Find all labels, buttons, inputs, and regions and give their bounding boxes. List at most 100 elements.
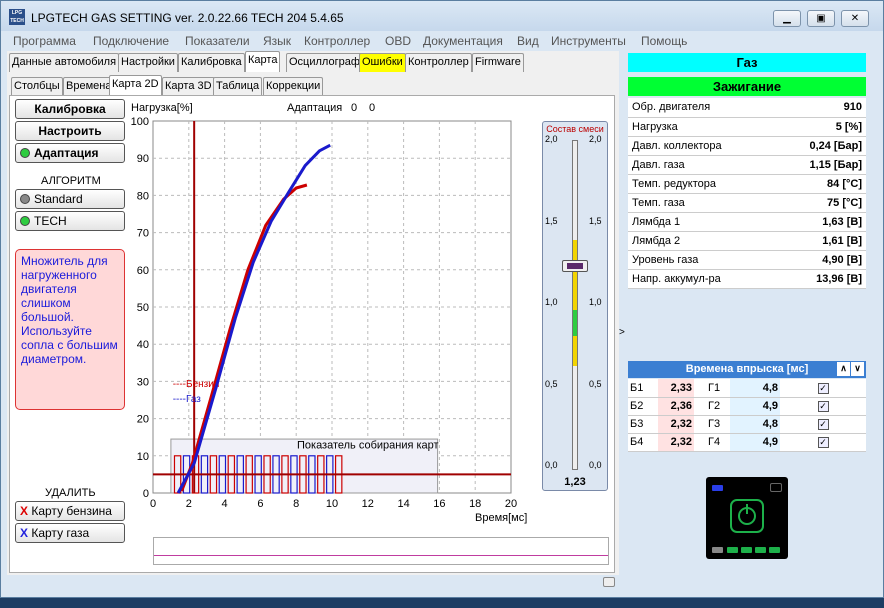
mixture-tick-label: 1,0 (545, 297, 558, 307)
mixture-tick-label: 0,0 (545, 460, 558, 470)
minimize-button[interactable]: ▁ (773, 10, 801, 27)
gas-cyl-label: Г3 (694, 415, 730, 434)
cylinder-checkbox[interactable]: ✓ (817, 401, 829, 412)
tab-map-3d[interactable]: Карта 3D (162, 77, 215, 96)
tune-button[interactable]: Настроить (15, 121, 125, 141)
tab-times[interactable]: Времена (63, 77, 115, 96)
tab-firmware[interactable]: Firmware (472, 53, 524, 72)
power-button[interactable] (730, 499, 764, 533)
param-label: Давл. газа (628, 155, 775, 175)
param-label: Давл. коллектора (628, 136, 775, 156)
map-2d-chart[interactable]: 0 2 4 6 8 10 12 14 16 18 20 0 10 20 30 40 50 60 70 80 90 100 П… (127, 113, 527, 531)
gas-time: 4,9 (730, 397, 780, 416)
petrol-time: 2,32 (658, 433, 694, 452)
menu-docs[interactable]: Документация (423, 34, 503, 48)
menu-help[interactable]: Помощь (641, 34, 687, 48)
caret-down-icon[interactable]: ∨ (851, 362, 864, 376)
x-tick-label: 14 (397, 498, 409, 510)
menu-language[interactable]: Язык (263, 34, 291, 48)
algo-standard-label: Standard (34, 192, 83, 206)
caret-up-icon[interactable]: ∧ (837, 362, 850, 376)
delete-x-icon: X (20, 526, 29, 540)
tab-oscilloscope[interactable]: Осциллограф (286, 53, 363, 72)
param-label: Темп. редуктора (628, 174, 775, 194)
cylinder-checkbox[interactable]: ✓ (817, 419, 829, 430)
adaptation-button[interactable]: Адаптация (15, 143, 125, 163)
menu-indicators[interactable]: Показатели (185, 34, 250, 48)
mixture-tick-label: 1,5 (589, 215, 602, 226)
param-row: Темп. редуктора 84 [°C] (628, 174, 866, 194)
taskbar (0, 598, 884, 608)
algo-standard-button[interactable]: Standard (15, 189, 125, 209)
petrol-cyl-label: Б3 (628, 415, 658, 434)
algo-tech-label: TECH (34, 214, 67, 228)
status-grip-icon[interactable] (603, 577, 615, 587)
param-row: Напр. аккумул-ра 13,96 [В] (628, 269, 866, 289)
chevron-right-icon[interactable]: > (619, 327, 625, 338)
param-label: Обр. двигателя (628, 98, 775, 118)
petrol-time: 2,32 (658, 415, 694, 434)
tab-settings[interactable]: Настройки (118, 53, 178, 72)
menu-bar: Программа Подключение Показатели Язык Ко… (1, 31, 883, 51)
x-tick-label: 2 (186, 498, 192, 510)
menu-controller[interactable]: Контроллер (304, 34, 370, 48)
menu-connection[interactable]: Подключение (93, 34, 169, 48)
tab-columns[interactable]: Столбцы (11, 77, 63, 96)
delete-petrol-map-button[interactable]: X Карту бензина (15, 501, 125, 521)
x-tick-label: 6 (257, 498, 263, 510)
menu-view[interactable]: Вид (517, 34, 539, 48)
delete-gas-label: Карту газа (31, 526, 90, 540)
y-tick-label: 20 (137, 414, 149, 426)
param-value: 1,61 [В] (774, 231, 866, 251)
tab-errors[interactable]: Ошибки (359, 53, 406, 72)
gas-time: 4,8 (730, 379, 780, 398)
menu-program[interactable]: Программа (13, 34, 76, 48)
cylinder-checkbox[interactable]: ✓ (817, 382, 829, 394)
y-tick-label: 30 (137, 376, 149, 388)
y-tick-label: 100 (131, 116, 149, 128)
cylinder-checkbox[interactable]: ✓ (817, 437, 829, 448)
param-row: Лямбда 2 1,61 [В] (628, 231, 866, 251)
restore-button[interactable]: ▣ (807, 10, 835, 27)
x-tick-label: 10 (326, 498, 338, 510)
led-green-icon (727, 547, 738, 553)
calibration-button[interactable]: Калибровка (15, 99, 125, 119)
signal-strip (153, 537, 609, 565)
petrol-cyl-label: Б2 (628, 397, 658, 416)
tab-map[interactable]: Карта (245, 51, 281, 72)
delete-gas-map-button[interactable]: X Карту газа (15, 523, 125, 543)
x-tick-label: 12 (362, 498, 374, 510)
y-tick-label: 80 (137, 190, 149, 202)
petrol-cyl-label: Б4 (628, 433, 658, 452)
gas-status: Газ (628, 53, 866, 72)
gas-cyl-label: Г4 (694, 433, 730, 452)
gas-cyl-label: Г1 (694, 379, 730, 398)
mixture-tick-label: 0,5 (545, 378, 558, 389)
param-value: 4,90 [В] (774, 250, 866, 270)
tab-map-2d[interactable]: Карта 2D (109, 75, 162, 96)
mixture-zone-yellow-bottom (573, 336, 577, 366)
param-row: Обр. двигателя 910 (628, 98, 866, 118)
menu-obd[interactable]: OBD (385, 34, 411, 48)
close-button[interactable]: ✕ (841, 10, 869, 27)
param-row: Темп. газа 75 [°C] (628, 193, 866, 213)
algo-tech-button[interactable]: TECH (15, 211, 125, 231)
tab-table[interactable]: Таблица (213, 77, 263, 96)
tab-corrections[interactable]: Коррекции (263, 77, 324, 96)
mixture-tick-label: 1,0 (589, 297, 602, 307)
algorithm-title: АЛГОРИТМ (41, 175, 101, 187)
param-value: 13,96 [В] (774, 269, 866, 289)
param-value: 1,63 [В] (774, 212, 866, 232)
gas-cyl-label: Г2 (694, 397, 730, 416)
tab-calibration[interactable]: Калибровка (178, 53, 245, 72)
y-tick-label: 0 (143, 488, 149, 500)
tab-controller[interactable]: Контроллер (405, 53, 472, 72)
tech-led-icon (20, 216, 30, 226)
mixture-slider-handle[interactable] (562, 260, 588, 272)
app-window: LPG TECH LPGTECH GAS SETTING ver. 2.0.22… (0, 0, 884, 598)
menu-tools[interactable]: Инструменты (551, 34, 626, 48)
tab-car-data[interactable]: Данные автомобиля (9, 53, 120, 72)
gas-time: 4,8 (730, 415, 780, 434)
y-tick-label: 10 (137, 451, 149, 463)
mixture-tick-label: 0,5 (589, 378, 602, 389)
